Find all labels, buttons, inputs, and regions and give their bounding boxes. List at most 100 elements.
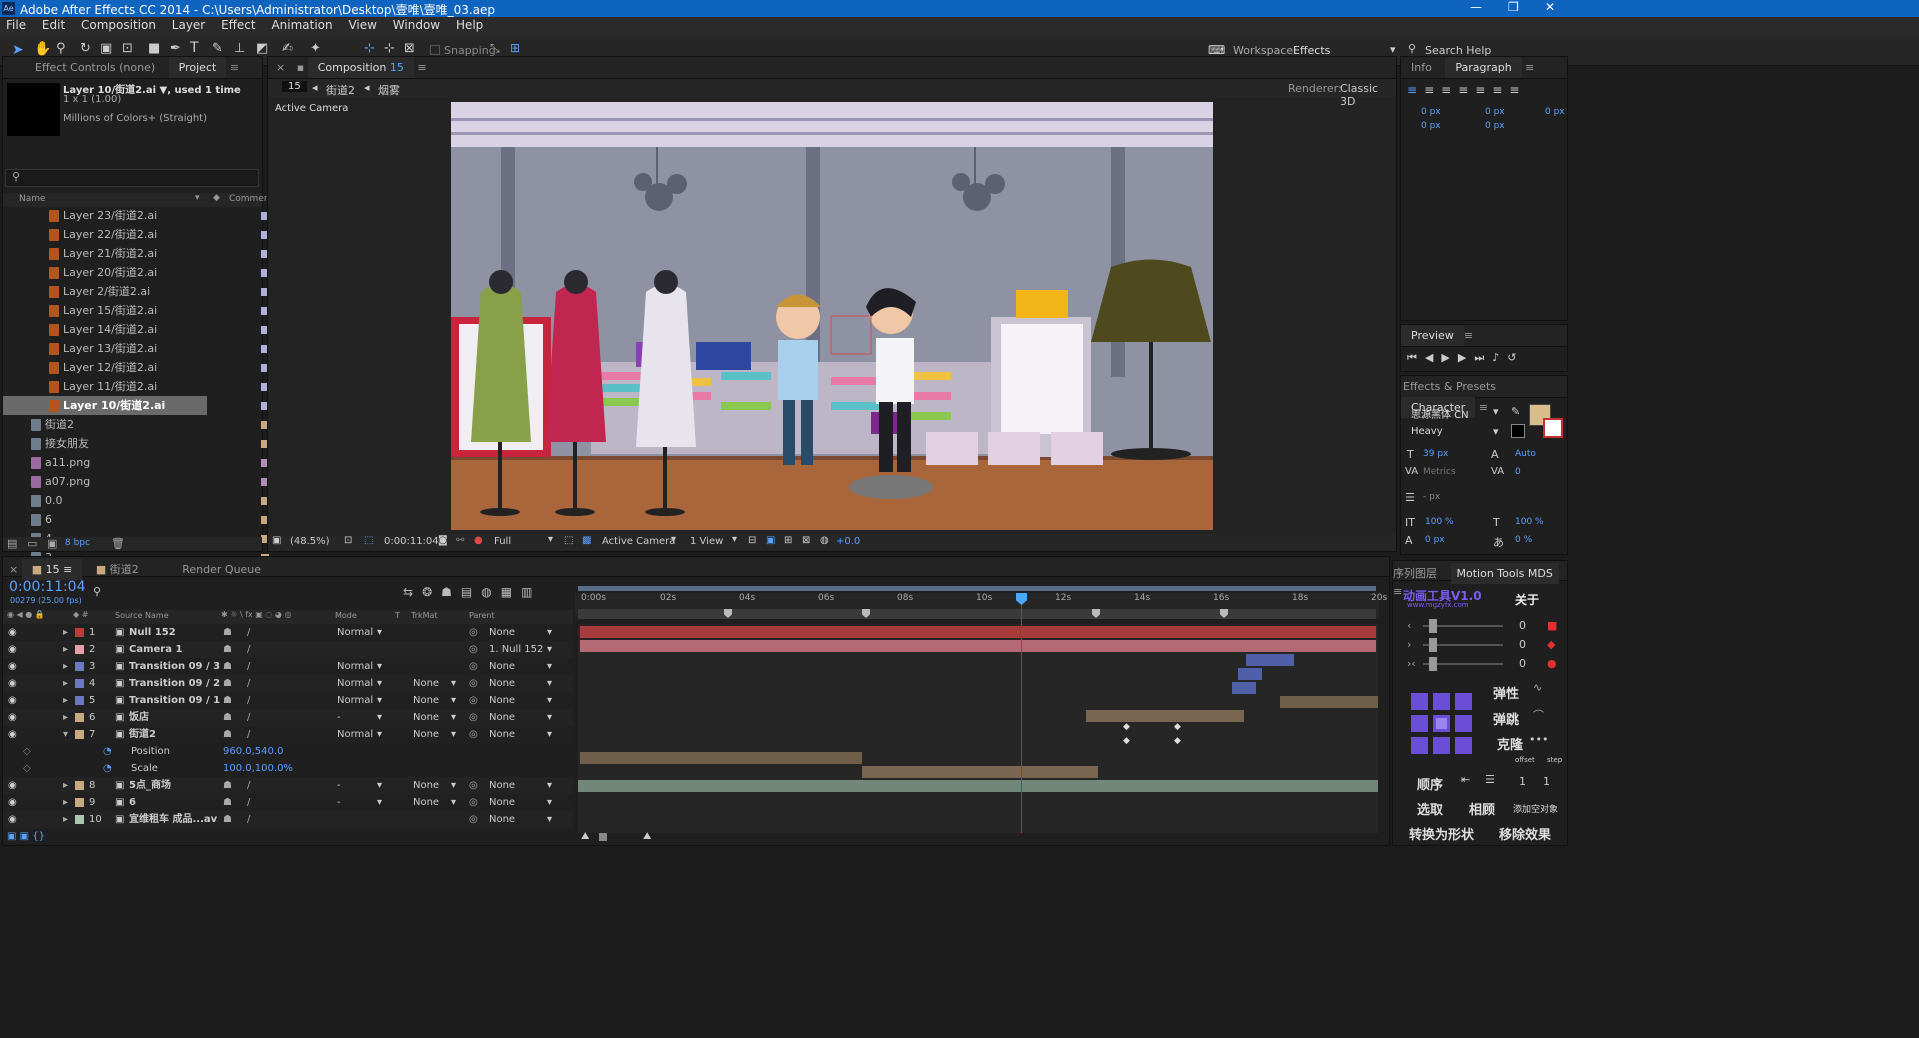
show-snapshot-icon[interactable]: ⚯ (456, 535, 464, 546)
resolution-dropdown[interactable]: Full (494, 536, 511, 547)
pen-tool-icon[interactable]: ✒ (170, 41, 181, 56)
chevron-down-icon[interactable]: ▾ (1493, 425, 1499, 438)
menu-file[interactable]: File (6, 18, 26, 32)
indent-right-value[interactable]: 0 px (1545, 107, 1565, 117)
keyframe-icon[interactable]: ◆ (1174, 736, 1181, 746)
minimize-button[interactable]: — (1470, 0, 1482, 14)
workspace-chevron-icon[interactable]: ▾ (1390, 43, 1396, 56)
color-channel-icon[interactable]: ● (474, 535, 483, 546)
list-item[interactable]: Layer 23/街道2.ai (3, 206, 269, 225)
menu-composition[interactable]: Composition (81, 18, 156, 32)
first-frame-icon[interactable]: ⏮ (1407, 351, 1425, 364)
pickwhip-icon[interactable]: ◎ (469, 624, 478, 641)
layer-trkmat[interactable]: None (413, 692, 439, 709)
label-color-swatch[interactable] (75, 713, 84, 722)
layer-mode[interactable]: Normal (337, 624, 373, 641)
layer-row[interactable]: ◉ ▾ 7 ▣ 街道2 ☗ / Normal ▾ None ▾ ◎ None ▾ (3, 726, 573, 743)
bit-depth-button[interactable]: 8 bpc (65, 538, 90, 548)
visibility-eye-icon[interactable]: ◉ (8, 777, 17, 794)
layer-mode[interactable]: - (337, 794, 341, 811)
col-t[interactable]: T (395, 611, 400, 620)
label-color-swatch[interactable] (75, 679, 84, 688)
tab-comp-street[interactable]: ■ 街道2 (86, 557, 149, 581)
visibility-eye-icon[interactable]: ◉ (8, 709, 17, 726)
black-swatch[interactable] (1511, 424, 1525, 438)
list-item[interactable]: 接女朋友 (3, 434, 269, 453)
snap-options-icon[interactable]: ⤡ (490, 41, 500, 56)
shy-switch-icon[interactable]: ☗ (223, 624, 232, 641)
col-trkmat[interactable]: TrkMat (411, 611, 438, 620)
layer-duration-bar[interactable] (1280, 696, 1378, 708)
property-value[interactable]: 960.0,540.0 (223, 743, 283, 760)
chevron-down-icon[interactable]: ▾ (377, 726, 382, 743)
pickwhip-icon[interactable]: ◎ (469, 692, 478, 709)
ease-out-value[interactable]: 0 (1519, 638, 1526, 651)
region-of-interest-icon[interactable]: ⬚ (564, 535, 573, 546)
comp-marker-icon[interactable] (1220, 609, 1228, 618)
expand-chevron-icon[interactable]: ▸ (63, 675, 68, 692)
layer-duration-bar[interactable] (580, 752, 862, 764)
rectangle-tool-icon[interactable]: ■ (148, 41, 160, 56)
chevron-down-icon[interactable]: ▾ (547, 777, 552, 794)
chevron-down-icon[interactable]: ▾ (377, 709, 382, 726)
anchor-bottom-center[interactable] (1433, 737, 1450, 754)
stopwatch-icon[interactable]: ◔ (103, 760, 112, 777)
label-color-swatch[interactable] (75, 781, 84, 790)
indent-left-value[interactable]: 0 px (1421, 107, 1441, 117)
list-item[interactable]: a07.png (3, 472, 269, 491)
layer-name[interactable]: Transition 09 / 3 (129, 658, 220, 675)
views-dropdown[interactable]: 1 View (690, 536, 723, 547)
chevron-down-icon[interactable]: ▾ (547, 726, 552, 743)
layer-parent[interactable]: None (489, 794, 515, 811)
transparency-grid-icon[interactable]: ▩ (582, 535, 591, 546)
ease-both-value[interactable]: 0 (1519, 657, 1526, 670)
list-item[interactable]: Layer 11/街道2.ai (3, 377, 269, 396)
chevron-down-icon[interactable]: ▾ (377, 658, 382, 675)
quality-switch-icon[interactable]: / (247, 726, 250, 743)
justify-all-icon[interactable]: ≡ (1509, 83, 1526, 97)
shy-switch-icon[interactable]: ☗ (223, 692, 232, 709)
prev-frame-icon[interactable]: ◀ (1425, 351, 1441, 364)
horizontal-scale-value[interactable]: 100 % (1515, 517, 1544, 527)
shy-switch-icon[interactable]: ☗ (223, 794, 232, 811)
visibility-eye-icon[interactable]: ◉ (8, 811, 17, 828)
breadcrumb-comp[interactable]: 烟雾 (378, 82, 400, 98)
align-center-icon[interactable]: ≡ (1424, 83, 1441, 97)
stagger-icon[interactable]: ☰ (1485, 773, 1495, 786)
list-item[interactable]: Layer 14/街道2.ai (3, 320, 269, 339)
layer-row[interactable]: ◉ ▸ 3 ▣ Transition 09 / 3 ☗ / Normal ▾ ◎ None ▾ (3, 658, 573, 675)
visibility-eye-icon[interactable]: ◉ (8, 624, 17, 641)
chevron-down-icon[interactable]: ▾ (377, 624, 382, 641)
tab-info[interactable]: Info (1401, 57, 1442, 78)
chevron-down-icon[interactable]: ▾ (547, 675, 552, 692)
offset-value[interactable]: 1 (1519, 775, 1526, 788)
tsume-value[interactable]: 0 % (1515, 535, 1532, 545)
list-item[interactable]: 0.0 (3, 491, 269, 510)
quality-switch-icon[interactable]: / (247, 811, 250, 828)
tab-composition[interactable]: Composition 15 (307, 57, 414, 78)
tab-comp-15[interactable]: ■ 15 ≡ (21, 559, 83, 580)
pickwhip-icon[interactable]: ◎ (469, 811, 478, 828)
tab-paragraph[interactable]: Paragraph (1445, 57, 1522, 78)
chevron-down-icon[interactable]: ▾ (377, 777, 382, 794)
zoom-in-icon[interactable]: ⛰ (643, 831, 651, 842)
snap-grid-icon[interactable]: ⊞ (510, 41, 520, 55)
quality-switch-icon[interactable]: / (247, 641, 250, 658)
shy-switch-icon[interactable]: ☗ (223, 811, 232, 828)
layer-row[interactable]: ◉ ▸ 5 ▣ Transition 09 / 1 ☗ / Normal ▾ None ▾ ◎ None… (3, 692, 573, 709)
tab-render-queue[interactable]: Render Queue (172, 559, 271, 580)
ease-in-value[interactable]: 0 (1519, 619, 1526, 632)
layer-name[interactable]: Camera 1 (129, 641, 182, 658)
property-value[interactable]: 100.0,100.0% (223, 760, 293, 777)
chevron-down-icon[interactable]: ▾ (671, 534, 676, 545)
layer-name[interactable]: 6 (129, 794, 136, 811)
expand-chevron-icon[interactable]: ▸ (63, 658, 68, 675)
layer-name[interactable]: 街道2 (129, 726, 156, 743)
audio-icon[interactable]: ♪ (1492, 351, 1507, 364)
layer-mode[interactable]: - (337, 709, 341, 726)
axis-local-icon[interactable]: ⊹ (364, 41, 375, 56)
axis-world-icon[interactable]: ⊹ (384, 41, 395, 56)
justify-right-icon[interactable]: ≡ (1492, 83, 1509, 97)
shy-switch-icon[interactable]: ☗ (223, 709, 232, 726)
comp-mini-flowchart-icon[interactable]: ⇆ (403, 585, 422, 599)
